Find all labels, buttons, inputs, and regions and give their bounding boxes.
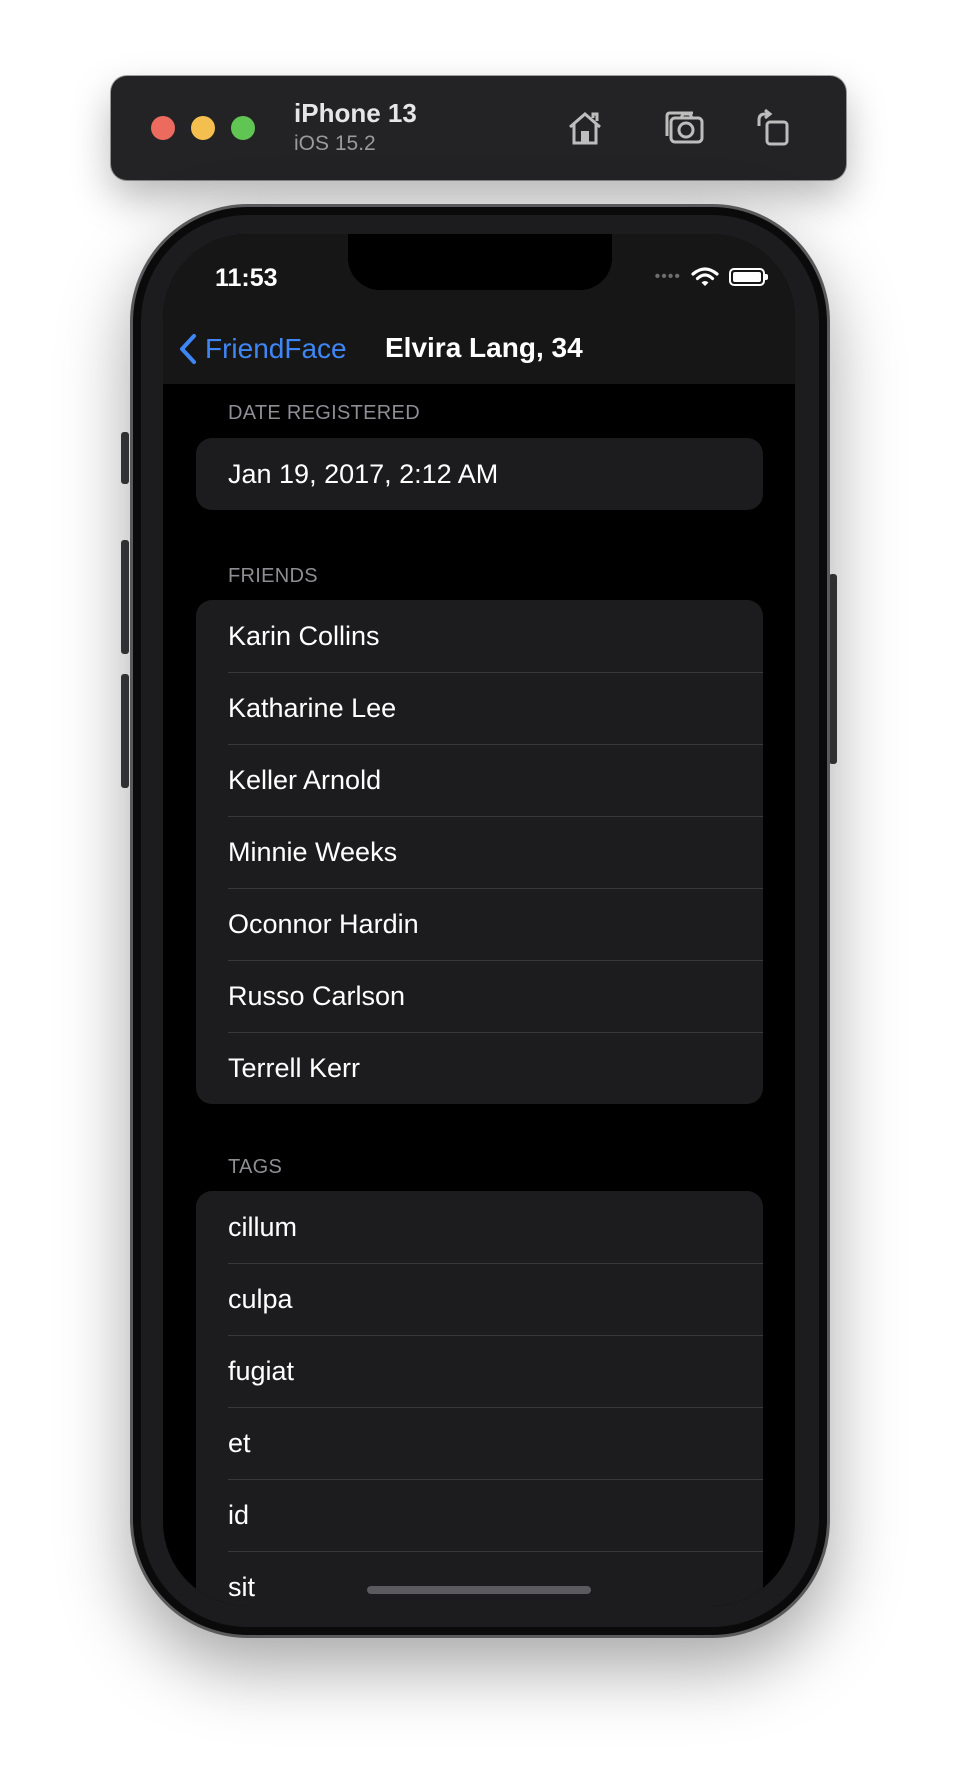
back-button-label: FriendFace bbox=[205, 333, 347, 364]
section-header-date-registered: DATE REGISTERED bbox=[228, 402, 420, 424]
cellular-signal-icon: •••• bbox=[654, 268, 681, 285]
page-title: Elvira Lang, 34 bbox=[385, 332, 583, 363]
screenshot-button[interactable] bbox=[659, 102, 711, 154]
status-time: 11:53 bbox=[215, 264, 278, 292]
tag-row: et bbox=[196, 1407, 763, 1479]
friend-row[interactable]: Karin Collins bbox=[196, 600, 763, 672]
mute-switch bbox=[121, 432, 129, 484]
tag-row: cillum bbox=[228, 1211, 298, 1242]
device-name: iPhone 13 bbox=[294, 98, 417, 128]
rotate-button[interactable] bbox=[747, 102, 799, 154]
tags-group: cillum culpa fugiat et id sit bbox=[196, 1191, 763, 1606]
chevron-left-icon bbox=[180, 334, 196, 364]
tag-row: sit bbox=[196, 1551, 763, 1606]
status-indicators: •••• bbox=[654, 266, 768, 288]
phone-screen: 11:53 •••• FriendFace Elvira Lang, 34 DA… bbox=[163, 234, 795, 1606]
home-button[interactable] bbox=[559, 102, 611, 154]
volume-up-button bbox=[121, 540, 129, 654]
friend-row[interactable]: Katharine Lee bbox=[196, 672, 763, 744]
volume-down-button bbox=[121, 674, 129, 788]
friend-row[interactable]: Keller Arnold bbox=[196, 744, 763, 816]
home-indicator[interactable] bbox=[367, 1586, 591, 1594]
section-header-tags: TAGS bbox=[228, 1156, 283, 1178]
screenshot-icon bbox=[665, 111, 704, 144]
date-registered-row: Jan 19, 2017, 2:12 AM bbox=[228, 458, 499, 489]
power-button bbox=[829, 574, 837, 764]
section-header-friends: FRIENDS bbox=[228, 565, 318, 587]
tag-row: id bbox=[196, 1479, 763, 1551]
friend-row[interactable]: Oconnor Hardin bbox=[196, 888, 763, 960]
wifi-icon bbox=[691, 267, 719, 286]
battery-icon bbox=[729, 268, 768, 286]
back-button[interactable]: FriendFace bbox=[177, 332, 347, 366]
friend-row[interactable]: Terrell Kerr bbox=[196, 1032, 763, 1104]
zoom-window-button[interactable] bbox=[231, 116, 255, 140]
friend-row[interactable]: Russo Carlson bbox=[196, 960, 763, 1032]
close-window-button[interactable] bbox=[151, 116, 175, 140]
tag-row: culpa bbox=[196, 1263, 763, 1335]
home-icon bbox=[569, 112, 601, 145]
friend-row[interactable]: Minnie Weeks bbox=[196, 816, 763, 888]
date-registered-group: Jan 19, 2017, 2:12 AM bbox=[196, 438, 763, 510]
friends-group: Karin Collins Katharine Lee Keller Arnol… bbox=[196, 600, 763, 1104]
os-version: iOS 15.2 bbox=[294, 132, 376, 155]
tag-row: fugiat bbox=[196, 1335, 763, 1407]
rotate-icon bbox=[757, 108, 789, 146]
simulator-toolbar: iPhone 13 iOS 15.2 bbox=[111, 76, 846, 180]
minimize-window-button[interactable] bbox=[191, 116, 215, 140]
notch bbox=[348, 234, 612, 290]
